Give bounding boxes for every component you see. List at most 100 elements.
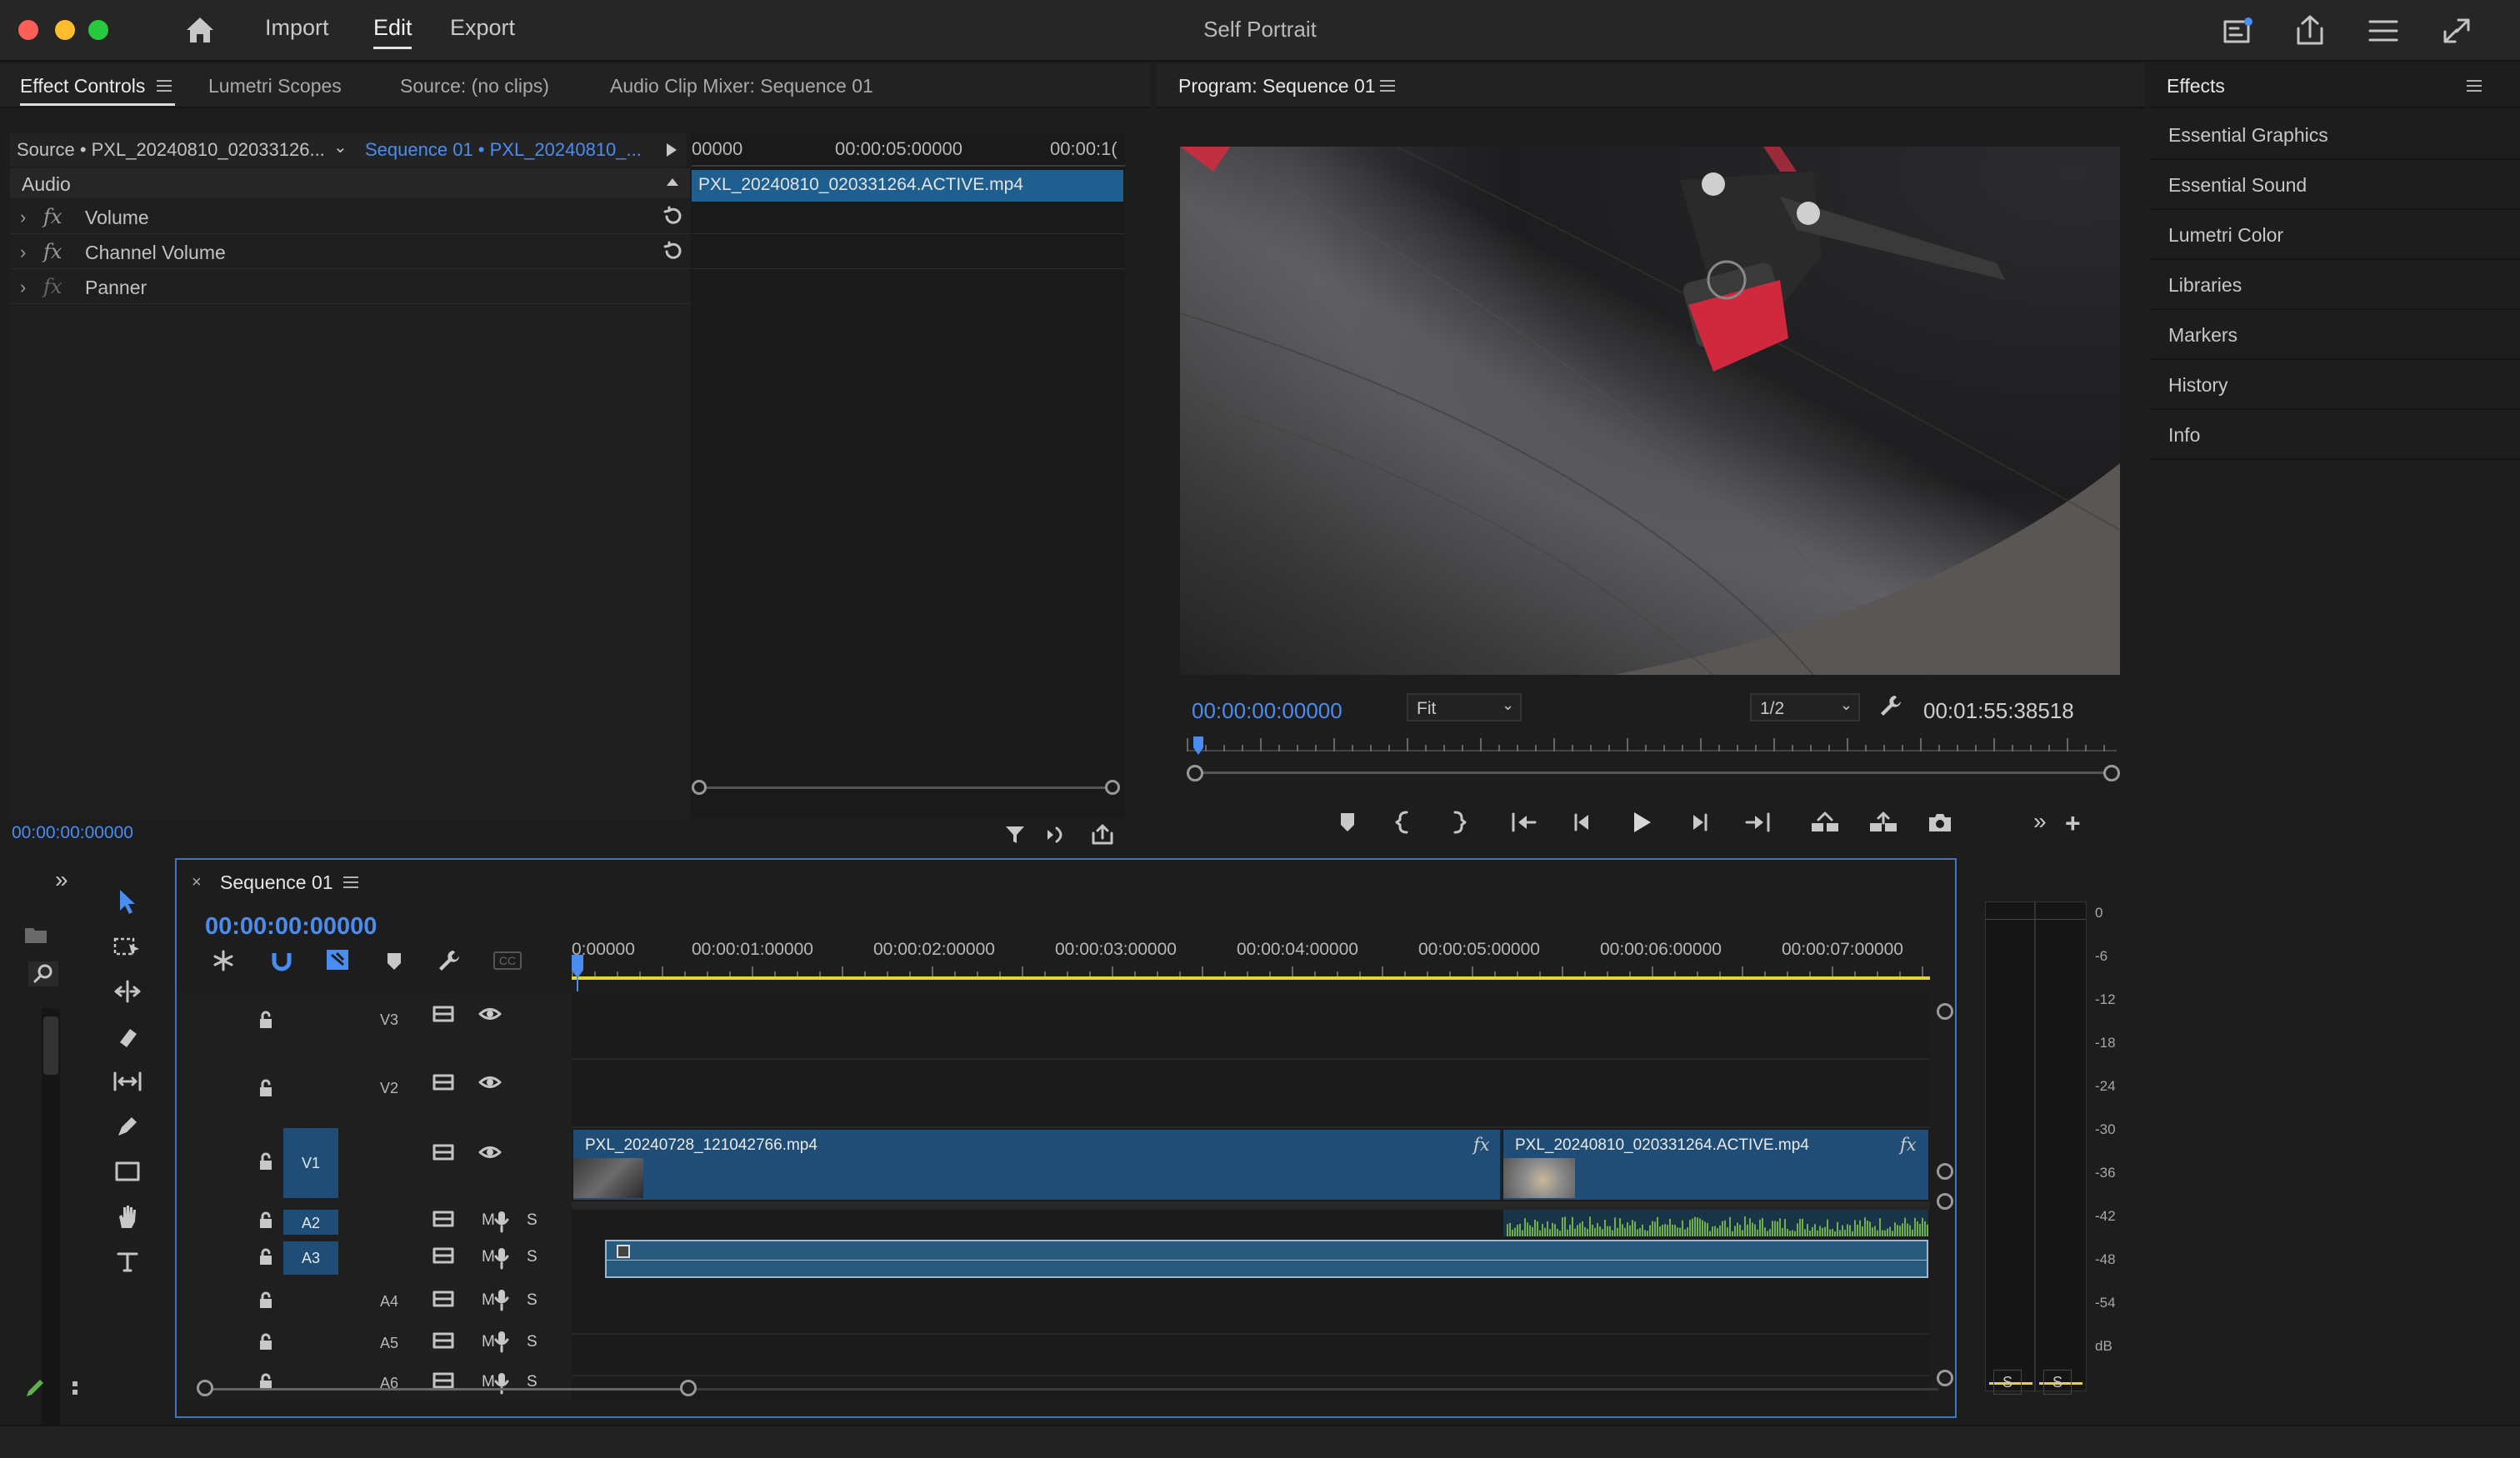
more-controls-icon[interactable]: » (2033, 808, 2047, 835)
mark-out-icon[interactable] (1450, 810, 1467, 835)
export-icon[interactable] (1090, 823, 1115, 846)
track-label[interactable]: V2 (362, 1080, 417, 1097)
extract-icon[interactable] (1867, 810, 1900, 835)
rectangle-tool-icon[interactable] (98, 1151, 157, 1191)
play-button[interactable] (1627, 808, 1655, 836)
export-frame-icon[interactable] (1927, 810, 1953, 835)
sync-lock-icon[interactable] (432, 1143, 455, 1161)
program-zoom-bar[interactable] (1193, 771, 2118, 774)
effect-row-panner[interactable]: › fx Panner (10, 270, 687, 305)
pencil-icon[interactable] (23, 1376, 47, 1400)
panel-essential-sound[interactable]: Essential Sound (2150, 162, 2520, 210)
step-back-icon[interactable] (1570, 810, 1595, 835)
effects-title[interactable]: Effects (2167, 75, 2225, 97)
expand-panels-icon[interactable]: » (55, 866, 68, 893)
eye-icon[interactable] (478, 1073, 502, 1091)
ripple-edit-tool-icon[interactable] (98, 971, 157, 1011)
tab-source[interactable]: Source: (no clips) (400, 75, 549, 97)
track-label[interactable]: A4 (362, 1293, 417, 1311)
fx-icon[interactable]: fx (43, 240, 62, 263)
drag-handle-icon[interactable] (72, 1378, 78, 1398)
track-label[interactable]: V3 (362, 1011, 417, 1029)
menu-import[interactable]: Import (265, 15, 329, 41)
step-forward-icon[interactable] (1687, 810, 1712, 835)
track-label[interactable]: A5 (362, 1335, 417, 1352)
track-label[interactable]: V1 (283, 1155, 338, 1172)
bin-icon[interactable] (23, 923, 48, 945)
zoom-handle-left[interactable] (197, 1380, 213, 1396)
eye-icon[interactable] (478, 1143, 502, 1161)
expand-chevron-icon[interactable]: › (20, 242, 26, 263)
keyframe-icon[interactable] (617, 1245, 630, 1258)
sync-lock-icon[interactable] (432, 1371, 455, 1390)
panel-markers[interactable]: Markers (2150, 312, 2520, 360)
effect-row-channel-volume[interactable]: › fx Channel Volume (10, 235, 687, 270)
sequence-tab[interactable]: Sequence 01 (220, 871, 333, 894)
eye-icon[interactable] (478, 1005, 502, 1023)
zoom-handle-left[interactable] (1187, 765, 1203, 781)
timeline-settings-wrench-icon[interactable] (437, 948, 462, 973)
a-scroll-handle[interactable] (1937, 1370, 1953, 1386)
ec-clip-bar[interactable]: PXL_20240810_020331264.ACTIVE.mp4 (692, 170, 1123, 202)
voiceover-mic-icon[interactable] (493, 1246, 510, 1270)
sync-lock-icon[interactable] (432, 1073, 455, 1091)
program-timecode[interactable]: 00:00:00:00000 (1192, 698, 1342, 724)
go-to-out-icon[interactable] (1743, 810, 1772, 835)
solo-right-button[interactable]: S (2043, 1370, 2072, 1395)
panel-info[interactable]: Info (2150, 412, 2520, 460)
track-label[interactable]: A3 (283, 1250, 338, 1267)
sync-lock-icon[interactable] (432, 1331, 455, 1350)
audio-section-header[interactable]: Audio (10, 168, 690, 198)
fx-badge-icon[interactable]: fx (1473, 1135, 1490, 1155)
voiceover-mic-icon[interactable] (493, 1330, 510, 1353)
fx-badge-icon[interactable]: fx (1900, 1135, 1917, 1155)
close-window-button[interactable] (18, 20, 38, 40)
video-clip-2[interactable]: PXL_20240810_020331264.ACTIVE.mp4 fx (1503, 1130, 1928, 1200)
expand-chevron-icon[interactable]: › (20, 277, 26, 298)
track-select-tool-icon[interactable] (98, 926, 157, 966)
razor-tool-icon[interactable] (98, 1016, 157, 1056)
project-scroll-thumb[interactable] (43, 1016, 58, 1075)
slip-tool-icon[interactable] (98, 1061, 157, 1101)
panel-libraries[interactable]: Libraries (2150, 262, 2520, 310)
source-label[interactable]: Source • PXL_20240810_02033126... (17, 139, 325, 161)
resolution-dropdown[interactable]: 1/2 ⌄ (1750, 693, 1860, 722)
zoom-handle-right[interactable] (2103, 765, 2120, 781)
track-label[interactable]: A2 (283, 1215, 338, 1232)
fullscreen-icon[interactable] (2438, 13, 2475, 48)
type-tool-icon[interactable] (98, 1241, 157, 1281)
zoom-window-button[interactable] (88, 20, 108, 40)
track-header-v1[interactable]: V1 (177, 1128, 572, 1200)
v-scroll-handle[interactable] (1937, 1163, 1953, 1180)
work-area-bar[interactable] (572, 976, 1930, 980)
lock-icon[interactable] (257, 1211, 275, 1230)
lock-icon[interactable] (257, 1010, 275, 1030)
home-icon[interactable] (183, 13, 217, 47)
program-scrub-ruler[interactable] (1187, 735, 2117, 751)
fit-dropdown[interactable]: Fit ⌄ (1407, 693, 1522, 722)
mark-in-icon[interactable] (1395, 810, 1412, 835)
reset-icon[interactable] (662, 205, 683, 227)
fx-icon[interactable]: fx (43, 275, 62, 298)
playhead-marker[interactable] (1193, 736, 1203, 755)
quick-export-icon[interactable] (2220, 13, 2257, 48)
linked-selection-icon[interactable] (325, 948, 350, 971)
solo-button[interactable]: S (527, 1333, 538, 1351)
track-header-v2[interactable]: V2 (177, 1060, 572, 1126)
captions-icon[interactable]: CC (493, 951, 522, 970)
add-marker-icon[interactable] (385, 951, 403, 971)
voiceover-mic-icon[interactable] (493, 1371, 510, 1395)
solo-button[interactable]: S (527, 1291, 538, 1310)
solo-button[interactable]: S (527, 1248, 538, 1266)
track-header-a6[interactable]: A6 M S (177, 1363, 572, 1401)
go-to-in-icon[interactable] (1510, 810, 1538, 835)
panel-essential-graphics[interactable]: Essential Graphics (2150, 112, 2520, 160)
voiceover-mic-icon[interactable] (493, 1210, 510, 1233)
sync-lock-icon[interactable] (432, 1290, 455, 1308)
timeline-ruler[interactable]: 0:00000 00:00:01:00000 00:00:02:00000 00… (572, 940, 1930, 990)
program-title[interactable]: Program: Sequence 01 (1178, 75, 1376, 97)
reset-icon[interactable] (662, 240, 683, 262)
sync-lock-icon[interactable] (432, 1005, 455, 1023)
track-header-a2[interactable]: A2 M S (177, 1210, 572, 1236)
fx-icon[interactable]: fx (43, 205, 62, 228)
